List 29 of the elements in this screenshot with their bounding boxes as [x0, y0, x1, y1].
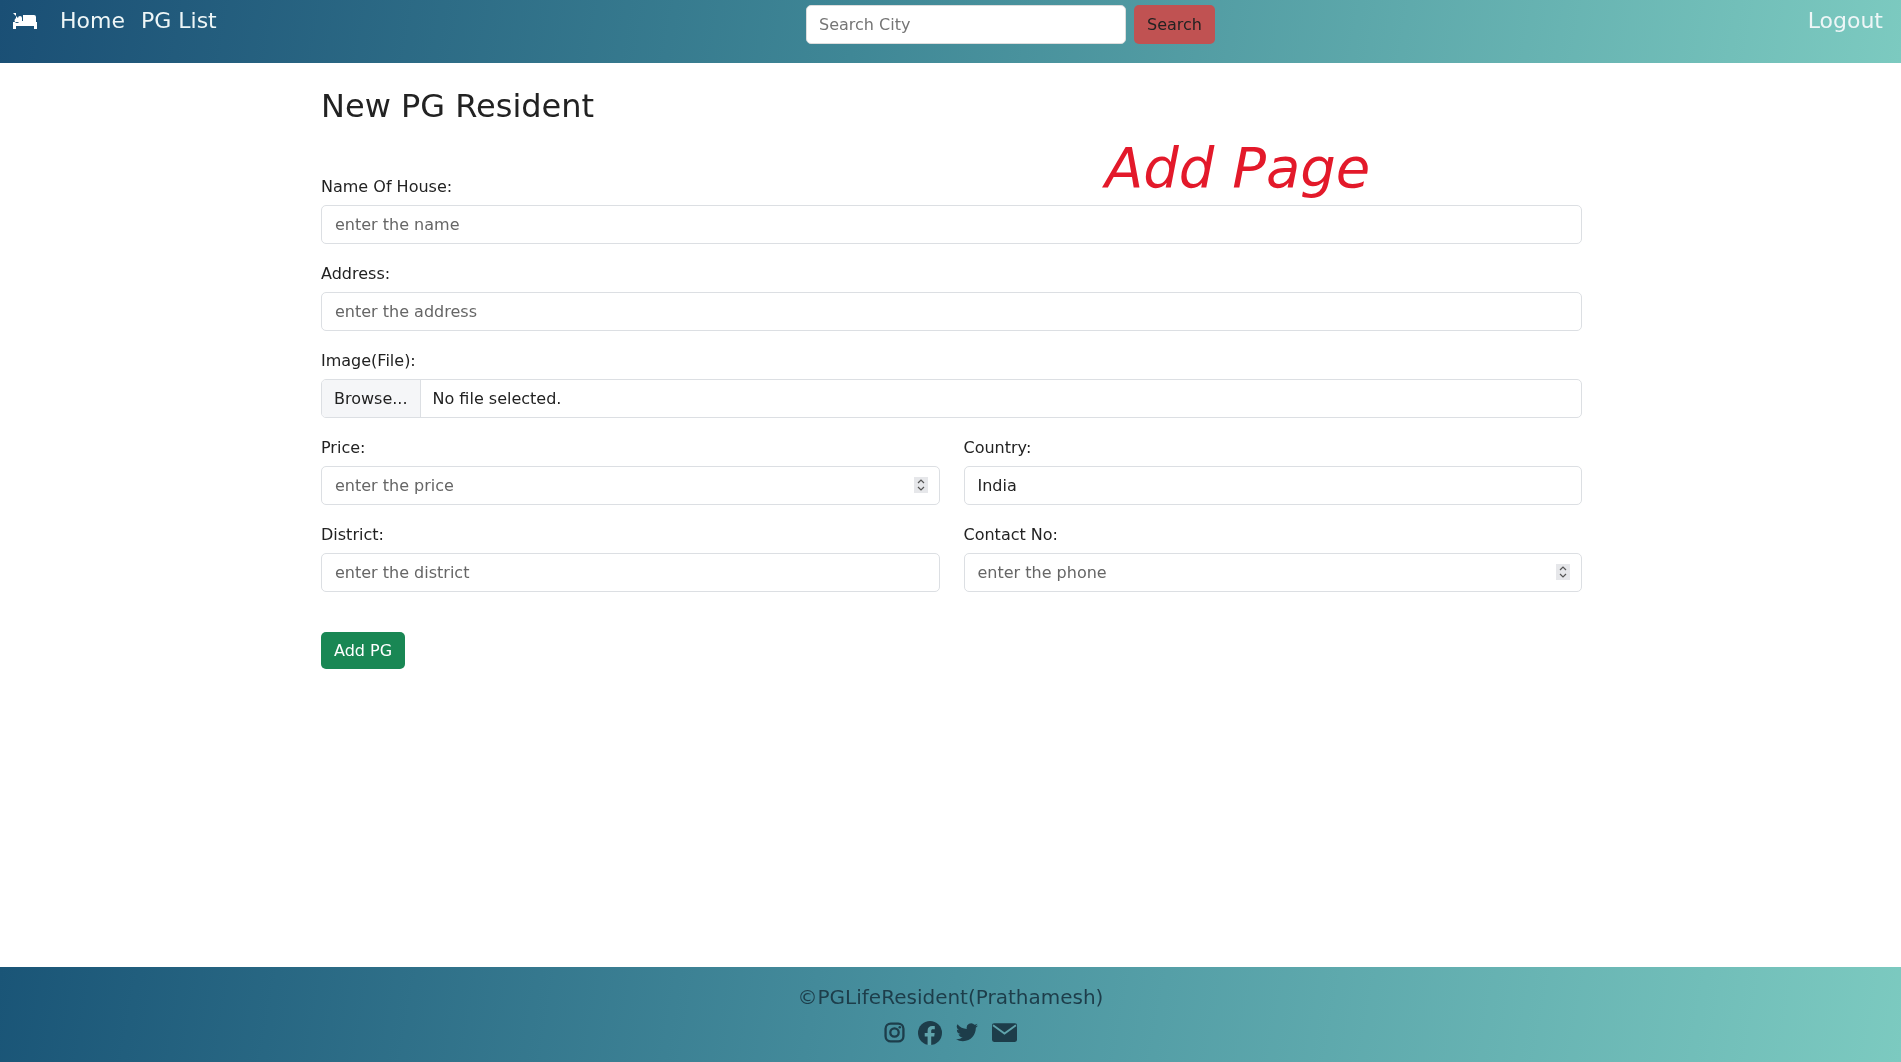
number-field[interactable]: enter the phone: [963, 553, 1582, 592]
nav-link[interactable]: PG List: [140, 8, 217, 33]
facebook-icon[interactable]: [918, 1020, 942, 1045]
search-button[interactable]: Search: [1134, 5, 1215, 44]
instagram-icon[interactable]: [884, 1022, 905, 1043]
nav-link[interactable]: Home: [60, 8, 125, 33]
text-field[interactable]: enter the name: [321, 205, 1582, 244]
page-title: New PG Resident: [321, 87, 595, 125]
search-field[interactable]: Search City: [806, 5, 1126, 44]
field-label: Country:: [963, 438, 1033, 457]
field-label: Address:: [321, 264, 392, 283]
file-input[interactable]: Browse... No file selected.: [321, 379, 1582, 418]
text-field[interactable]: enter the address: [321, 292, 1582, 331]
spinner-icon[interactable]: [1556, 564, 1570, 580]
field-label: Contact No:: [963, 525, 1059, 544]
field-label: District:: [321, 525, 385, 544]
browse-button[interactable]: Browse...: [322, 380, 421, 417]
text-field[interactable]: enter the district: [321, 553, 940, 592]
field-label: Price:: [321, 438, 367, 457]
twitter-icon[interactable]: [955, 1022, 979, 1043]
number-field[interactable]: enter the price: [321, 466, 940, 505]
file-status: No file selected.: [431, 389, 562, 408]
field-label: Name Of House:: [321, 177, 454, 196]
text-field[interactable]: India: [963, 466, 1582, 505]
field-label: Image(File):: [321, 351, 417, 370]
mail-icon[interactable]: [992, 1023, 1017, 1042]
bed-icon[interactable]: [12, 11, 38, 30]
add-button[interactable]: Add PG: [321, 632, 406, 669]
copyright-text: ©PGLifeResident(Prathamesh): [797, 984, 1104, 1009]
